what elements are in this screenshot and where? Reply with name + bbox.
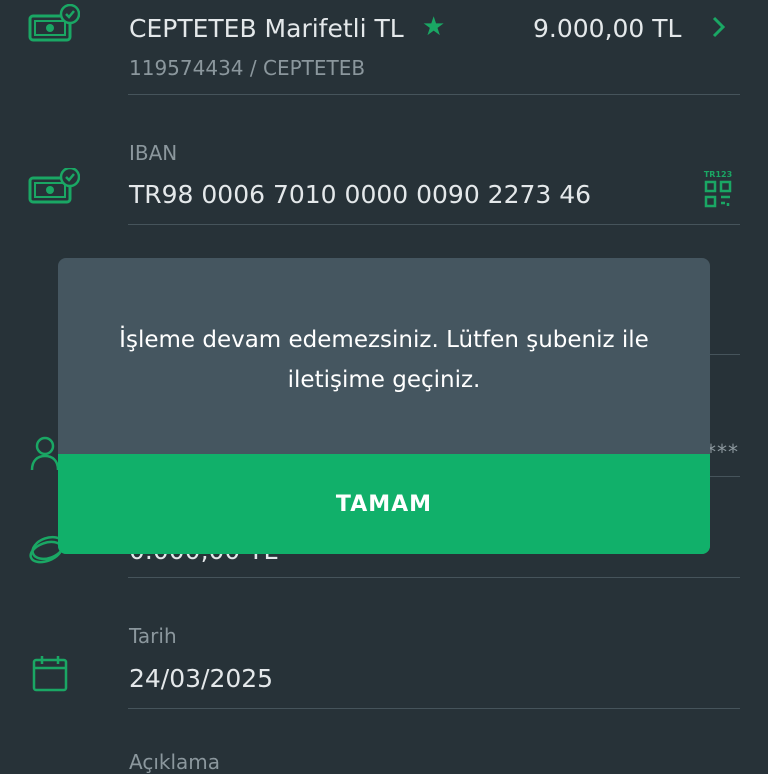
qr-code-icon[interactable]: TR123 [700,170,736,213]
date-value[interactable]: 24/03/2025 [129,664,273,693]
favorite-star-icon[interactable]: ★ [422,12,445,42]
recipient-masked: *** [706,440,739,464]
iban-value: TR98 0006 7010 0000 0090 2273 46 [129,180,592,209]
iban-label: IBAN [129,141,178,165]
divider [128,708,740,709]
chevron-right-icon[interactable] [708,10,728,48]
description-label: Açıklama [129,750,221,774]
qr-badge-label: TR123 [703,170,733,179]
divider [128,224,740,225]
ok-button[interactable]: TAMAM [58,454,710,554]
calendar-icon [32,654,68,696]
alert-dialog: İşleme devam edemezsiniz. Lütfen şubeniz… [58,258,710,554]
account-name: CEPTETEB Marifetli TL [129,14,404,43]
dialog-message: İşleme devam edemezsiniz. Lütfen şubeniz… [119,327,649,393]
divider [128,94,740,95]
money-check-icon [28,166,81,212]
account-number: 119574434 / CEPTETEB [129,56,366,80]
account-amount: 9.000,00 TL [533,14,682,43]
date-label: Tarih [129,624,177,648]
divider [128,577,740,578]
money-check-icon [28,3,81,48]
